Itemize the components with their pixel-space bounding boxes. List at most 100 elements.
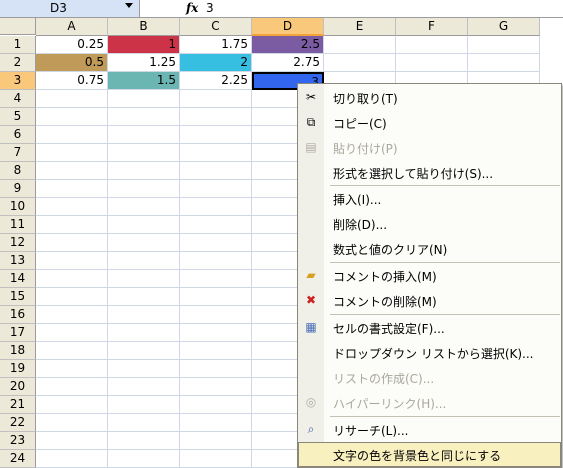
row-header[interactable]: 9	[0, 180, 36, 198]
empty-cell[interactable]	[36, 180, 108, 198]
empty-cell[interactable]	[108, 144, 180, 162]
row-header[interactable]: 11	[0, 216, 36, 234]
row-header[interactable]: 5	[0, 108, 36, 126]
select-all-corner[interactable]	[0, 18, 36, 35]
empty-cell[interactable]	[180, 234, 252, 252]
menu-item-paste-special[interactable]: 形式を選択して貼り付け(S)...	[298, 160, 561, 185]
empty-cell[interactable]	[36, 306, 108, 324]
row-header[interactable]: 15	[0, 288, 36, 306]
empty-cell[interactable]	[36, 90, 108, 108]
cell-b1[interactable]: 1	[108, 36, 180, 54]
empty-cell[interactable]	[108, 288, 180, 306]
cell-c2[interactable]: 2	[180, 54, 252, 72]
column-header-a[interactable]: A	[36, 18, 108, 36]
empty-cell[interactable]	[108, 180, 180, 198]
row-header[interactable]: 18	[0, 342, 36, 360]
empty-cell[interactable]	[108, 306, 180, 324]
row-header[interactable]: 20	[0, 378, 36, 396]
cell-d2[interactable]: 2.75	[252, 54, 324, 72]
column-header-b[interactable]: B	[108, 18, 180, 36]
menu-item-hyperlink[interactable]: ◎ ハイパーリンク(H)...	[298, 390, 561, 415]
chevron-down-icon[interactable]	[125, 3, 133, 8]
empty-cell[interactable]	[180, 324, 252, 342]
empty-cell[interactable]	[180, 126, 252, 144]
empty-cell[interactable]	[180, 414, 252, 432]
empty-cell[interactable]	[108, 378, 180, 396]
row-header[interactable]: 16	[0, 306, 36, 324]
empty-cell[interactable]	[36, 126, 108, 144]
empty-cell[interactable]	[180, 288, 252, 306]
empty-cell[interactable]	[180, 108, 252, 126]
cell-b3[interactable]: 1.5	[108, 72, 180, 90]
empty-cell[interactable]	[108, 414, 180, 432]
empty-cell[interactable]	[180, 378, 252, 396]
menu-item-cut[interactable]: ✂ 切り取り(T)	[298, 85, 561, 110]
empty-cell[interactable]	[108, 270, 180, 288]
menu-item-delete[interactable]: 削除(D)...	[298, 211, 561, 236]
menu-item-create-list[interactable]: リストの作成(C)...	[298, 365, 561, 390]
empty-cell[interactable]	[180, 432, 252, 450]
empty-cell[interactable]	[36, 432, 108, 450]
empty-cell[interactable]	[180, 270, 252, 288]
empty-cell[interactable]	[180, 162, 252, 180]
empty-cell[interactable]	[108, 126, 180, 144]
empty-cell[interactable]	[108, 324, 180, 342]
empty-cell[interactable]	[180, 360, 252, 378]
row-header[interactable]: 23	[0, 432, 36, 450]
row-header[interactable]: 7	[0, 144, 36, 162]
formula-input[interactable]: 3	[206, 1, 214, 15]
empty-cell[interactable]	[36, 360, 108, 378]
empty-cell[interactable]	[324, 36, 396, 54]
empty-cell[interactable]	[108, 198, 180, 216]
menu-item-match-font-to-background[interactable]: 文字の色を背景色と同じにする	[298, 442, 561, 467]
empty-cell[interactable]	[36, 144, 108, 162]
empty-cell[interactable]	[108, 450, 180, 468]
cell-c1[interactable]: 1.75	[180, 36, 252, 54]
empty-cell[interactable]	[36, 270, 108, 288]
row-header[interactable]: 21	[0, 396, 36, 414]
cell-c3[interactable]: 2.25	[180, 72, 252, 90]
empty-cell[interactable]	[36, 216, 108, 234]
row-header[interactable]: 10	[0, 198, 36, 216]
row-header[interactable]: 13	[0, 252, 36, 270]
menu-item-format-cells[interactable]: ▦ セルの書式設定(F)...	[298, 315, 561, 340]
column-header-c[interactable]: C	[180, 18, 252, 36]
empty-cell[interactable]	[396, 54, 468, 72]
empty-cell[interactable]	[36, 252, 108, 270]
empty-cell[interactable]	[36, 396, 108, 414]
menu-item-insert-comment[interactable]: ▰ コメントの挿入(M)	[298, 263, 561, 288]
row-header[interactable]: 17	[0, 324, 36, 342]
empty-cell[interactable]	[36, 414, 108, 432]
empty-cell[interactable]	[36, 108, 108, 126]
empty-cell[interactable]	[36, 342, 108, 360]
empty-cell[interactable]	[36, 324, 108, 342]
column-header-e[interactable]: E	[324, 18, 396, 36]
column-header-g[interactable]: G	[468, 18, 540, 36]
empty-cell[interactable]	[108, 90, 180, 108]
menu-item-research[interactable]: ⌕ リサーチ(L)...	[298, 417, 561, 442]
empty-cell[interactable]	[180, 450, 252, 468]
row-header[interactable]: 8	[0, 162, 36, 180]
empty-cell[interactable]	[180, 216, 252, 234]
empty-cell[interactable]	[180, 342, 252, 360]
menu-item-copy[interactable]: ⧉ コピー(C)	[298, 110, 561, 135]
menu-item-pick-from-list[interactable]: ドロップダウン リストから選択(K)...	[298, 340, 561, 365]
row-header[interactable]: 6	[0, 126, 36, 144]
empty-cell[interactable]	[180, 144, 252, 162]
cell-a3[interactable]: 0.75	[36, 72, 108, 90]
row-header[interactable]: 19	[0, 360, 36, 378]
empty-cell[interactable]	[108, 360, 180, 378]
empty-cell[interactable]	[108, 216, 180, 234]
column-header-f[interactable]: F	[396, 18, 468, 36]
empty-cell[interactable]	[180, 396, 252, 414]
row-header[interactable]: 1	[0, 36, 36, 54]
row-header[interactable]: 22	[0, 414, 36, 432]
empty-cell[interactable]	[468, 54, 540, 72]
empty-cell[interactable]	[108, 252, 180, 270]
row-header[interactable]: 24	[0, 450, 36, 468]
empty-cell[interactable]	[36, 234, 108, 252]
function-icon[interactable]: fx	[186, 1, 198, 15]
empty-cell[interactable]	[180, 252, 252, 270]
empty-cell[interactable]	[468, 36, 540, 54]
empty-cell[interactable]	[36, 450, 108, 468]
